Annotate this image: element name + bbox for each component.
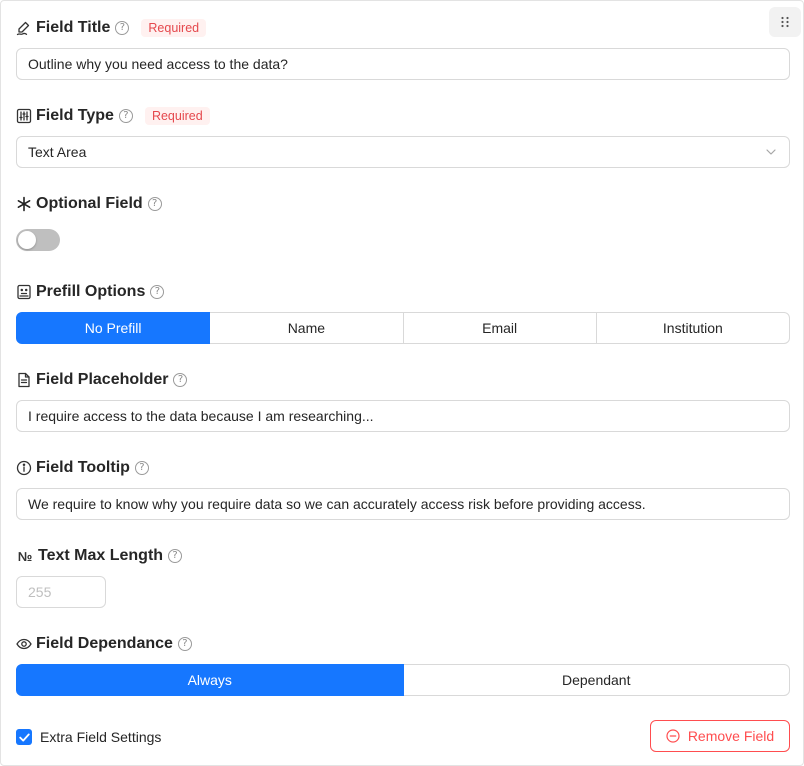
info-icon [16,460,32,476]
tooltip-label: Field Tooltip [36,459,130,476]
signature-pen-icon [16,20,32,36]
required-badge: Required [144,107,210,125]
numero-icon: № [17,548,33,564]
placeholder-label: Field Placeholder [36,371,169,388]
prefill-option-email[interactable]: Email [402,312,597,344]
prefill-option-name[interactable]: Name [209,312,404,344]
placeholder-section: Field Placeholder ? I require access to … [16,368,790,432]
dependance-option-dependant[interactable]: Dependant [402,664,790,696]
field-type-section: Field Type ? Required Text Area [16,104,790,168]
prefill-label: Prefill Options [36,283,146,300]
prefill-option-institution[interactable]: Institution [595,312,790,344]
remove-field-label: Remove Field [687,728,775,744]
max-length-label: Text Max Length [38,547,164,564]
form-face-icon [16,284,32,300]
dependance-section: Field Dependance ? Always Dependant [16,632,790,696]
field-title-label: Field Title [36,19,111,36]
placeholder-input[interactable]: I require access to the data because I a… [16,400,790,432]
max-length-section: № Text Max Length ? 255 [16,544,790,608]
remove-field-button[interactable]: Remove Field [650,720,790,752]
prefill-segmented: No Prefill Name Email Institution [16,312,790,344]
field-title-section: Field Title ? Required Outline why you n… [16,16,790,80]
help-icon[interactable]: ? [115,21,130,35]
prefill-section: Prefill Options ? No Prefill Name Email … [16,280,790,344]
optional-field-toggle[interactable] [16,229,60,251]
field-type-label: Field Type [36,107,114,124]
toggle-knob [18,231,36,249]
asterisk-icon [16,196,32,212]
optional-field-section: Optional Field ? [16,192,790,251]
field-type-select[interactable]: Text Area [16,136,790,168]
dependance-label: Field Dependance [36,635,173,652]
help-icon[interactable]: ? [134,461,149,475]
extra-settings-row: Extra Field Settings [16,728,161,746]
prefill-option-no-prefill[interactable]: No Prefill [16,312,211,344]
eye-icon [16,636,32,652]
required-badge: Required [141,19,207,37]
minus-circle-icon [666,729,680,743]
tooltip-section: Field Tooltip ? We require to know why y… [16,456,790,520]
help-icon[interactable]: ? [118,109,133,123]
dependance-option-always[interactable]: Always [16,664,404,696]
document-icon [16,372,32,388]
help-icon[interactable]: ? [147,197,162,211]
checkmark-icon [18,733,30,741]
help-icon[interactable]: ? [168,549,183,563]
help-icon[interactable]: ? [173,373,188,387]
max-length-input[interactable]: 255 [16,576,106,608]
optional-field-label: Optional Field [36,195,143,212]
help-icon[interactable]: ? [177,637,192,651]
dependance-segmented: Always Dependant [16,664,790,696]
chevron-down-icon [766,149,776,155]
help-icon[interactable]: ? [150,285,165,299]
extra-settings-label: Extra Field Settings [40,729,162,745]
extra-settings-checkbox[interactable] [16,729,32,745]
field-editor-card: Field Title ? Required Outline why you n… [0,0,804,766]
sliders-icon [16,108,32,124]
field-title-input[interactable]: Outline why you need access to the data? [16,48,790,80]
field-type-value: Text Area [28,144,87,160]
tooltip-input[interactable]: We require to know why you require data … [16,488,790,520]
